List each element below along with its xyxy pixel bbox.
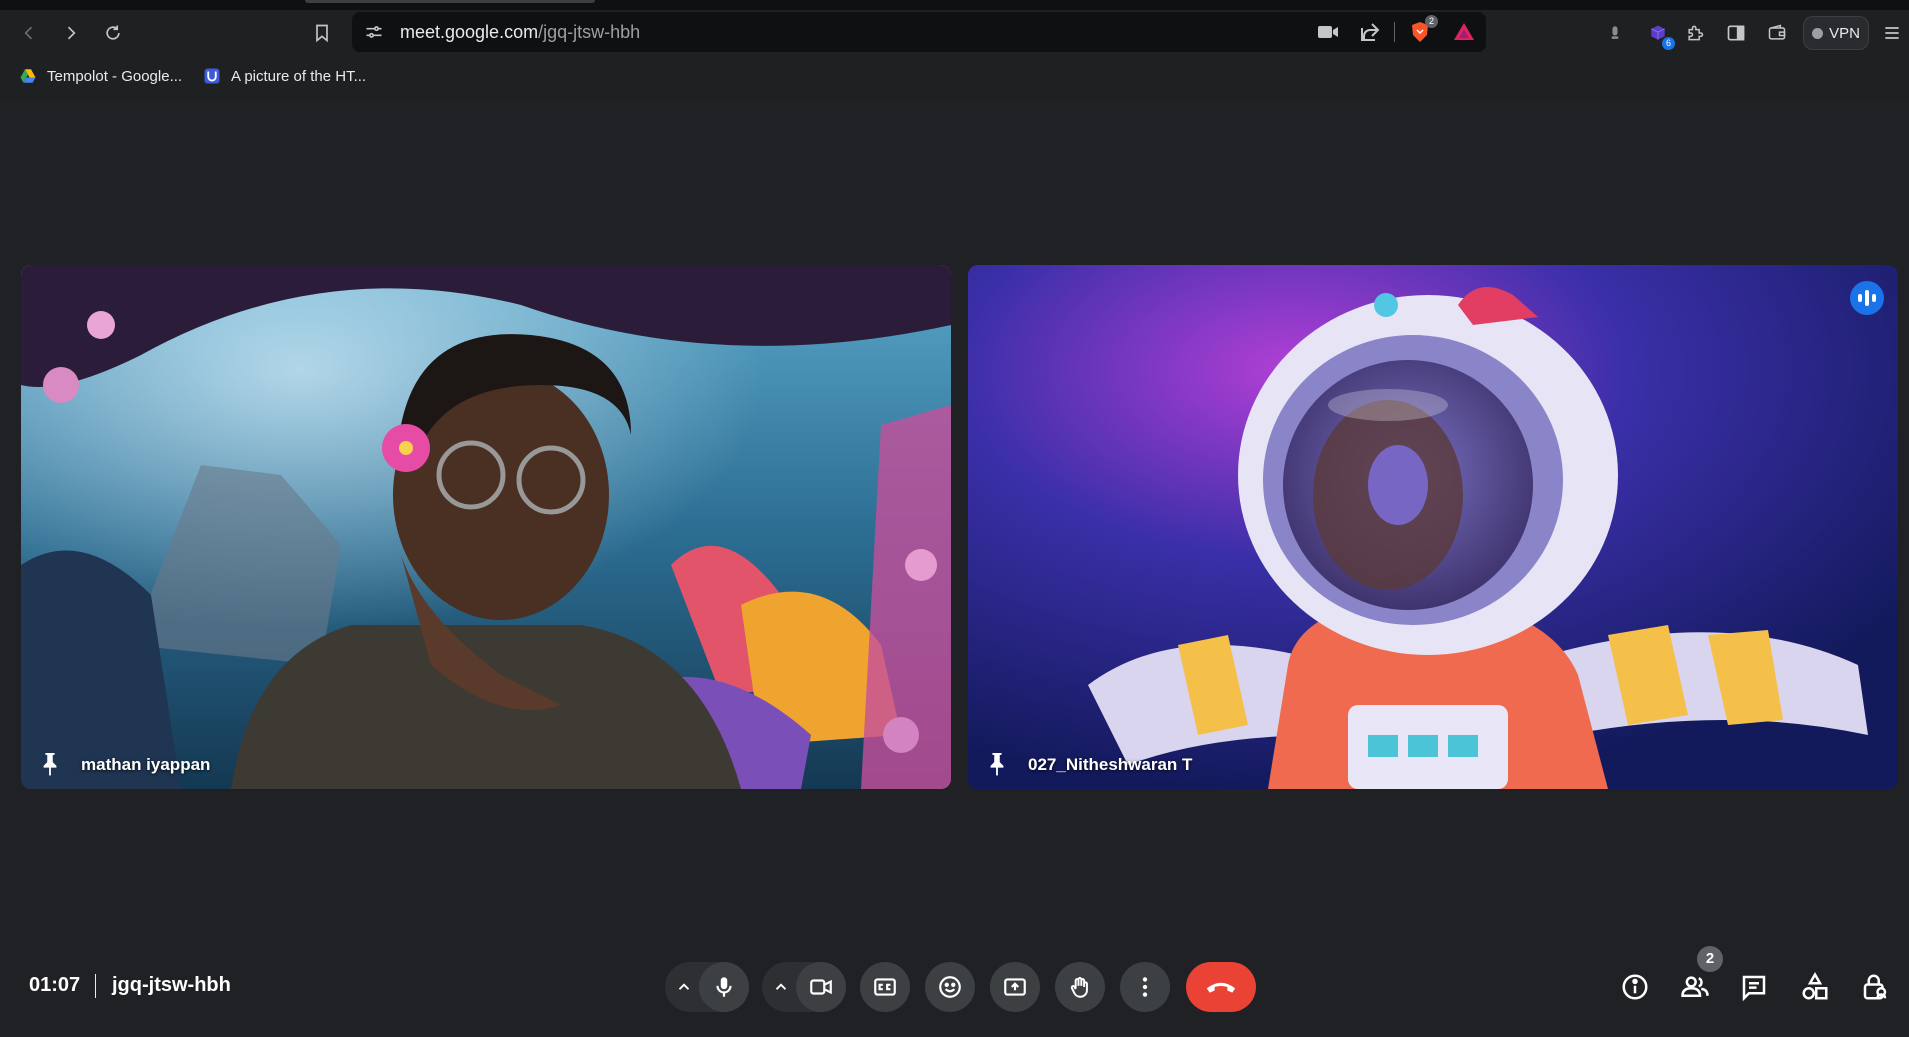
browser-chrome: meet.google.com/jgq-jtsw-hbh 2 6 VPN Tem… (0, 0, 1909, 100)
puzzle-icon (1688, 25, 1704, 41)
participant-tile-mathan[interactable]: mathan iyappan (21, 265, 951, 789)
forward-icon (67, 26, 76, 40)
host-controls-button[interactable] (1855, 967, 1895, 1007)
browser-menu-button[interactable] (1877, 18, 1907, 48)
info-icon (1622, 974, 1648, 1000)
extension-badge: 6 (1662, 37, 1675, 50)
more-options-button[interactable] (1120, 962, 1170, 1012)
meeting-code: jgq-jtsw-hbh (112, 974, 231, 996)
captions-button[interactable] (860, 962, 910, 1012)
bookmark-picture[interactable]: A picture of the HT... (203, 64, 366, 88)
extensions-button[interactable] (1680, 18, 1710, 48)
address-bar[interactable]: meet.google.com/jgq-jtsw-hbh 2 (352, 12, 1486, 52)
brave-rewards-button[interactable] (1452, 21, 1476, 43)
url-path: /jgq-jtsw-hbh (538, 22, 641, 42)
back-button[interactable] (14, 18, 44, 48)
underwater-background-video (21, 265, 951, 789)
sidebar-icon (1727, 25, 1745, 41)
end-call-icon (1206, 982, 1236, 993)
camera-button[interactable] (796, 962, 846, 1012)
navigation-bar: meet.google.com/jgq-jtsw-hbh 2 6 VPN (0, 10, 1909, 56)
meeting-controls-bar: 01:07 jgq-jtsw-hbh (0, 950, 1909, 1024)
pin-icon[interactable] (39, 751, 61, 777)
camera-icon (1318, 26, 1338, 38)
bookmark-tempolot[interactable]: Tempolot - Google... (19, 64, 182, 88)
bookmark-label: A picture of the HT... (231, 67, 367, 85)
sidebar-button[interactable] (1721, 18, 1751, 48)
astronaut-background-video (968, 265, 1898, 789)
back-icon (24, 26, 33, 40)
tab-strip (0, 0, 1909, 10)
forward-button[interactable] (56, 18, 86, 48)
pin-icon[interactable] (986, 751, 1008, 777)
speaking-indicator (1850, 281, 1884, 315)
shapes-icon (1802, 972, 1828, 1000)
hand-icon (1070, 977, 1088, 998)
mic-permission-button[interactable] (1600, 18, 1630, 48)
share-button[interactable] (1358, 21, 1382, 43)
wallet-icon (1768, 24, 1786, 40)
raise-hand-button[interactable] (1055, 962, 1105, 1012)
camera-in-use-button[interactable] (1316, 21, 1340, 43)
bookmarks-bar: Tempolot - Google... A picture of the HT… (0, 60, 1909, 92)
camera-icon (810, 979, 832, 995)
closed-captions-icon (874, 978, 896, 996)
participant-name: 027_Nitheshwaran T (1028, 755, 1193, 774)
wallet-button[interactable] (1762, 18, 1792, 48)
microphone-button[interactable] (699, 962, 749, 1012)
microphone-icon (1611, 26, 1619, 39)
leave-call-button[interactable] (1186, 962, 1256, 1012)
present-screen-icon (1004, 978, 1026, 996)
video-options-button[interactable] (764, 962, 798, 1012)
reload-button[interactable] (98, 18, 128, 48)
bookmark-button[interactable] (307, 18, 337, 48)
people-icon (1681, 976, 1709, 997)
active-tab[interactable] (305, 0, 595, 3)
chat-button[interactable] (1734, 967, 1774, 1007)
chat-icon (1742, 975, 1766, 1002)
chevron-up-icon (678, 983, 690, 990)
vpn-status-icon (1812, 27, 1824, 39)
microphone-icon (716, 977, 732, 997)
activities-button[interactable] (1795, 967, 1835, 1007)
extension-button[interactable]: 6 (1643, 18, 1675, 50)
menu-icon (1885, 27, 1899, 39)
emoji-icon (939, 976, 961, 998)
share-icon (1361, 23, 1380, 41)
chevron-up-icon (775, 983, 787, 990)
meeting-details-button[interactable] (1615, 967, 1655, 1007)
present-screen-button[interactable] (990, 962, 1040, 1012)
people-button[interactable] (1675, 967, 1715, 1007)
reactions-button[interactable] (925, 962, 975, 1012)
google-drive-icon (19, 67, 37, 85)
brave-rewards-icon (1454, 23, 1474, 40)
omnibox-divider (1394, 22, 1395, 42)
vpn-button[interactable]: VPN (1803, 16, 1869, 50)
site-info-icon[interactable] (364, 22, 384, 42)
u-logo-icon (203, 67, 221, 85)
divider (95, 974, 96, 998)
audio-options-button[interactable] (667, 962, 701, 1012)
bookmark-icon (316, 24, 328, 43)
more-vert-icon (1142, 977, 1148, 997)
participants-count-badge: 2 (1697, 946, 1723, 972)
participant-name: mathan iyappan (81, 755, 211, 774)
brave-shield-count: 2 (1425, 15, 1438, 28)
bookmark-label: Tempolot - Google... (47, 67, 183, 85)
brave-shields-button[interactable]: 2 (1408, 15, 1438, 43)
participant-tile-nitheshwaran[interactable]: 027_Nitheshwaran T (968, 265, 1898, 789)
meeting-time: 01:07 (29, 974, 81, 996)
reload-icon (106, 25, 120, 40)
url-host: meet.google.com (400, 22, 539, 42)
vpn-label: VPN (1829, 24, 1860, 42)
url-text[interactable]: meet.google.com/jgq-jtsw-hbh (400, 22, 640, 43)
lock-person-icon (1863, 974, 1887, 1000)
